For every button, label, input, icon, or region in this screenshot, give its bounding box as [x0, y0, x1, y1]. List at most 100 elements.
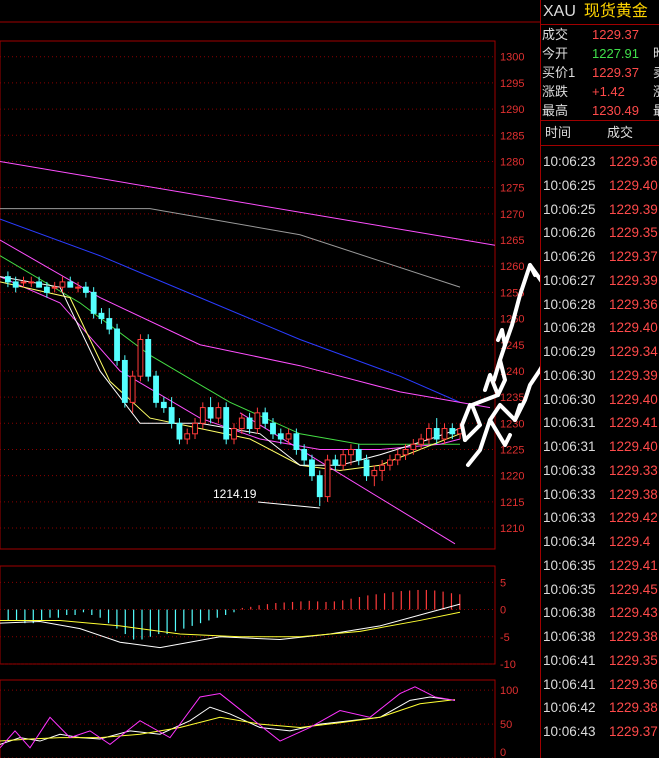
tick-row: 10:06:33 1229.38 — [541, 483, 659, 507]
tick-price: 1229.42 — [609, 510, 658, 526]
y-tick-label: 1285 — [500, 130, 524, 142]
candle-body — [379, 464, 386, 471]
quote-key: 涨跌 — [542, 84, 569, 99]
candle-body — [340, 454, 347, 466]
candle-body — [410, 443, 417, 450]
y-tick-label: 1220 — [500, 471, 524, 483]
tick-time: 10:06:33 — [543, 462, 596, 478]
tick-header: 时间 成交 — [541, 121, 659, 145]
tick-row: 10:06:29 1229.34 — [541, 340, 659, 364]
tick-time: 10:06:28 — [543, 320, 596, 336]
candle-body — [355, 448, 362, 461]
candle-body — [223, 407, 230, 440]
y-tick-label: 1210 — [500, 523, 524, 535]
tick-row: 10:06:31 1229.41 — [541, 411, 659, 435]
tick-row: 10:06:25 1229.39 — [541, 198, 659, 222]
candle-body — [324, 459, 331, 498]
y-tick-label: -10 — [500, 659, 516, 671]
tick-price: 1229.38 — [609, 486, 658, 502]
candle-body — [277, 433, 284, 440]
candle-body — [433, 428, 440, 440]
tick-time: 10:06:25 — [543, 177, 596, 193]
quote-row: 买价1 1229.37 卖 — [541, 63, 659, 82]
tick-list[interactable]: 10:06:23 1229.36 10:06:25 1229.40 10:06:25 12… — [541, 146, 659, 744]
quote-value: +1.42 — [592, 84, 625, 99]
candle-body — [363, 459, 370, 477]
tick-time: 10:06:41 — [543, 676, 596, 692]
tick-row: 10:06:23 1229.36 — [541, 150, 659, 174]
quote-value: 1230.49 — [592, 103, 639, 118]
tick-row: 10:06:27 1229.39 — [541, 269, 659, 293]
candle-body — [316, 475, 323, 498]
y-tick-label: 1275 — [500, 183, 524, 195]
candle-body — [67, 281, 74, 288]
candle-body — [160, 401, 167, 409]
candle-body — [215, 407, 222, 419]
tick-price: 1229.40 — [609, 320, 658, 336]
tick-row: 10:06:41 1229.35 — [541, 649, 659, 673]
quote-extra: 昨 — [653, 44, 659, 63]
candle-body — [75, 286, 81, 289]
candle-body — [82, 286, 89, 293]
quote-value: 1229.37 — [592, 65, 639, 80]
tick-price: 1229.34 — [609, 344, 658, 359]
candle-body — [145, 339, 152, 377]
tick-time: 10:06:25 — [543, 201, 596, 217]
tick-row: 10:06:30 1229.40 — [541, 388, 659, 412]
candle-body — [114, 328, 120, 361]
instrument-code: XAU — [543, 3, 576, 20]
tick-price: 1229.38 — [609, 700, 658, 716]
tick-price: 1229.40 — [609, 391, 658, 407]
y-tick-label: 1290 — [500, 104, 524, 116]
candle-body — [168, 407, 175, 424]
tick-price: 1229.41 — [609, 415, 658, 431]
tick-price: 1229.41 — [609, 557, 658, 573]
candle-body — [153, 375, 159, 403]
candle-body — [121, 359, 128, 403]
candle-body — [270, 422, 276, 435]
candle-body — [231, 428, 237, 440]
candle-body — [43, 286, 50, 293]
tick-row: 10:06:30 1229.39 — [541, 364, 659, 388]
candle-body — [418, 438, 425, 445]
tick-row: 10:06:33 1229.33 — [541, 459, 659, 483]
tick-time: 10:06:29 — [543, 344, 596, 359]
tick-price: 1229.35 — [609, 225, 658, 241]
y-tick-label: 0 — [500, 605, 506, 617]
candle-body — [387, 459, 393, 466]
y-tick-label: 1230 — [500, 418, 524, 430]
tick-time: 10:06:35 — [543, 581, 596, 597]
candle-body — [129, 375, 136, 403]
quote-summary: 成交 1229.37 今开 1227.91 昨买价1 1229.37 卖涨跌 +1.42 涨最高… — [541, 25, 659, 120]
y-tick-label: 5 — [500, 577, 506, 589]
candle-body — [51, 286, 58, 289]
tick-price: 1229.36 — [609, 154, 658, 169]
candle-body — [254, 412, 261, 430]
quote-extra: 最 — [653, 101, 659, 120]
candle-body — [12, 281, 19, 288]
tick-row: 10:06:28 1229.40 — [541, 316, 659, 340]
tick-time: 10:06:31 — [543, 439, 596, 454]
quote-key: 今开 — [542, 46, 569, 61]
candle-body — [262, 412, 269, 424]
tick-time: 10:06:23 — [543, 154, 596, 169]
quote-row: 今开 1227.91 昨 — [541, 44, 659, 63]
candle-body — [90, 291, 97, 314]
instrument-name: 现货黄金 — [583, 3, 648, 20]
y-tick-label: 1270 — [500, 209, 524, 221]
tick-row: 10:06:28 1229.36 — [541, 293, 659, 317]
candle-body — [4, 276, 11, 283]
tick-row: 10:06:42 1229.38 — [541, 696, 659, 720]
tick-time: 10:06:33 — [543, 510, 596, 526]
candle-body — [192, 422, 198, 435]
quote-extra: 涨 — [653, 82, 659, 101]
quote-extra: 卖 — [653, 63, 659, 82]
candle-body — [425, 428, 432, 440]
candle-body — [394, 454, 401, 461]
candle-body — [176, 422, 183, 440]
candle-body — [301, 448, 308, 461]
tick-price: 1229.43 — [609, 605, 658, 621]
low-value-label: 1214.19 — [213, 487, 257, 501]
candle-body — [28, 281, 35, 284]
tick-row: 10:06:38 1229.38 — [541, 625, 659, 649]
